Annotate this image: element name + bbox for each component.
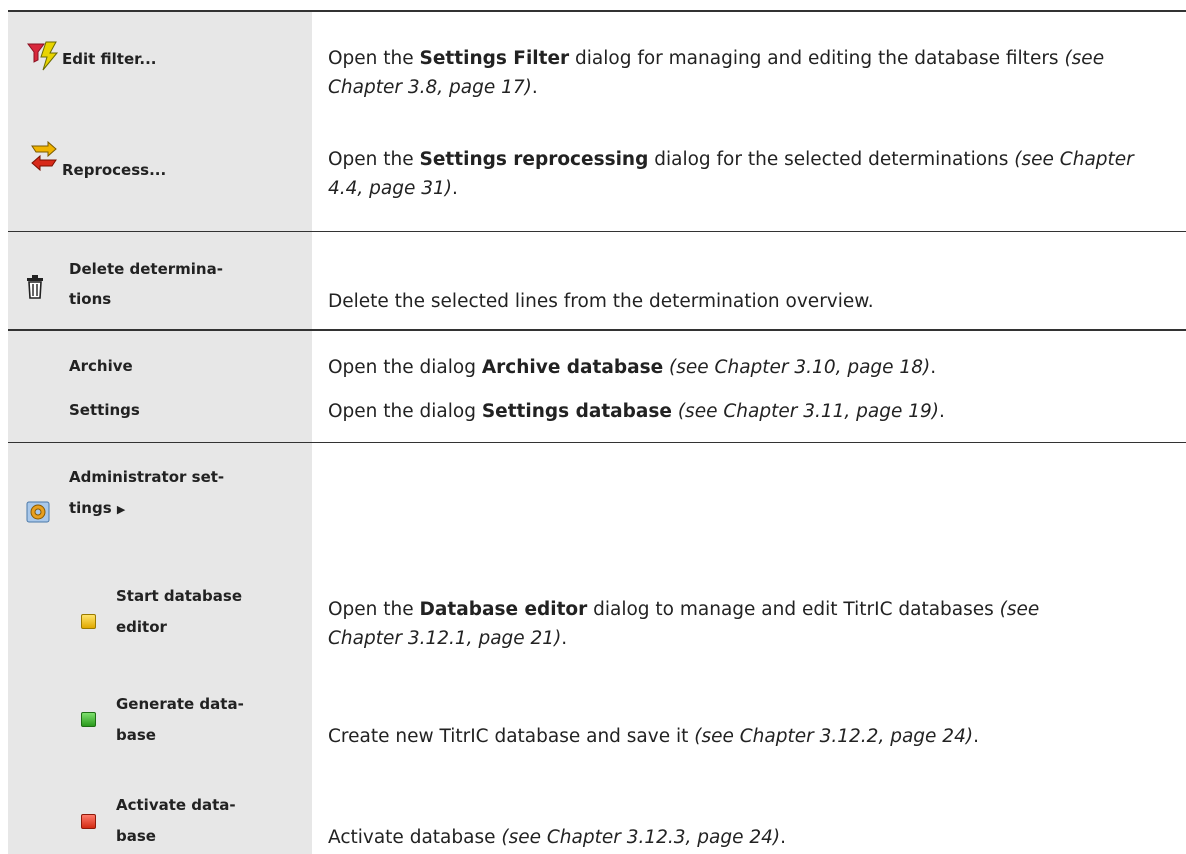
section-divider: [8, 231, 1186, 232]
section-divider: [8, 329, 1186, 331]
delete-determinations-label-line2[interactable]: tions: [69, 285, 111, 314]
delete-determinations-label-line1[interactable]: Delete determina-: [69, 255, 223, 284]
archive-label[interactable]: Archive: [69, 352, 133, 381]
settings-label[interactable]: Settings: [69, 396, 140, 425]
chapter-reference: (see Chapter 3.11, page 19): [677, 401, 939, 422]
chapter-reference: (see: [999, 599, 1040, 620]
section-divider: [8, 442, 1186, 443]
edit-filter-label[interactable]: Edit filter...: [62, 45, 156, 74]
reprocess-description: Open the Settings reprocessing dialog fo…: [328, 149, 1134, 199]
reprocess-icon: [31, 140, 57, 172]
administrator-settings-label-line1[interactable]: Administrator set-: [69, 463, 224, 492]
generate-database-label-line1[interactable]: Generate data-: [116, 690, 244, 719]
activate-database-label-line1[interactable]: Activate data-: [116, 791, 236, 820]
red-square-icon: [81, 814, 96, 829]
yellow-square-icon: [81, 614, 96, 629]
top-rule: [8, 10, 1186, 12]
delete-determinations-description: Delete the selected lines from the deter…: [328, 291, 874, 312]
settings-description: Open the dialog Settings database (see C…: [328, 401, 945, 422]
activate-database-label-line2[interactable]: base: [116, 822, 156, 851]
submenu-arrow-icon: ▶: [116, 503, 126, 516]
start-database-editor-label-line1[interactable]: Start database: [116, 582, 242, 611]
chapter-reference: (see Chapter 3.12.3, page 24): [501, 827, 781, 848]
filter-edit-icon: [27, 41, 59, 71]
administrator-settings-label-line2[interactable]: tings ▶: [69, 494, 125, 524]
chapter-reference: (see Chapter 3.10, page 18): [669, 357, 931, 378]
archive-description: Open the dialog Archive database (see Ch…: [328, 357, 937, 378]
chapter-reference: (see Chapter 3.12.2, page 24): [694, 726, 974, 747]
start-database-editor-description: Open the Database editor dialog to manag…: [328, 599, 1040, 649]
trash-icon: [27, 275, 43, 299]
green-square-icon: [81, 712, 96, 727]
generate-database-label-line2[interactable]: base: [116, 721, 156, 750]
generate-database-description: Create new TitrIC database and save it (…: [328, 726, 979, 747]
chapter-reference: Chapter 3.12.1, page 21): [328, 628, 562, 649]
activate-database-description: Activate database (see Chapter 3.12.3, p…: [328, 827, 787, 848]
admin-settings-icon: [26, 501, 50, 523]
edit-filter-description: Open the Settings Filter dialog for mana…: [328, 48, 1105, 98]
reprocess-label[interactable]: Reprocess...: [62, 156, 166, 185]
start-database-editor-label-line2[interactable]: editor: [116, 613, 167, 642]
command-column-background: [8, 10, 312, 854]
